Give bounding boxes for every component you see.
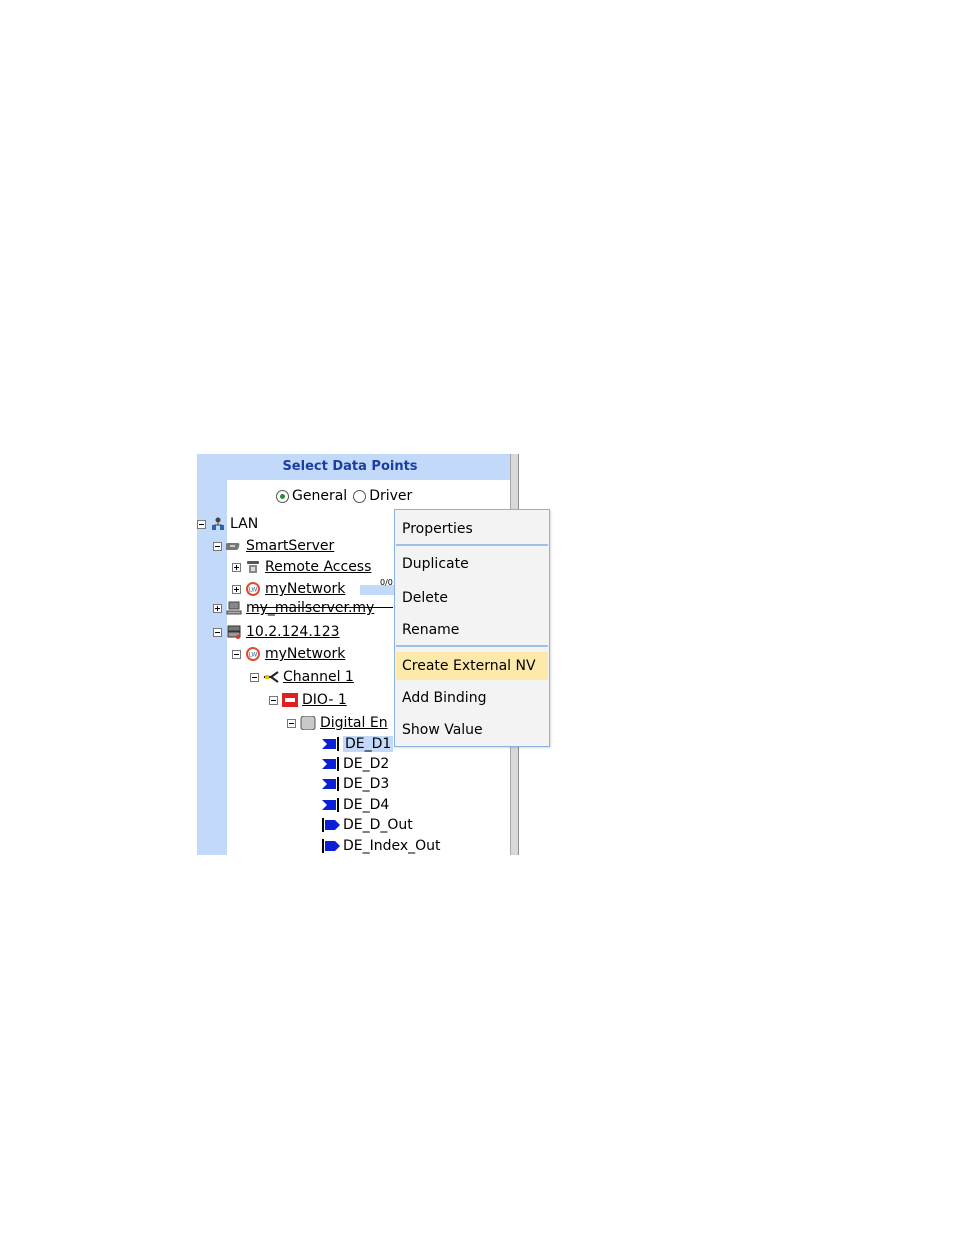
tree-node-remote-access[interactable]: Remote Access bbox=[232, 558, 371, 576]
datapoint-de-d-out[interactable]: DE_D_Out bbox=[322, 816, 413, 834]
tree-label: myNetwork bbox=[265, 646, 346, 662]
radio-general-label[interactable]: General bbox=[292, 488, 347, 504]
datapoint-label: DE_D3 bbox=[343, 776, 390, 792]
divider bbox=[252, 607, 393, 608]
tree-node-mailserver[interactable]: my_mailserver.my bbox=[213, 599, 374, 617]
menu-separator bbox=[396, 544, 548, 546]
menu-item-add-binding[interactable]: Add Binding bbox=[396, 684, 548, 712]
datapoint-de-d4[interactable]: DE_D4 bbox=[322, 796, 389, 814]
lan-icon bbox=[212, 517, 224, 530]
collapse-toggle[interactable] bbox=[213, 627, 222, 637]
channel-icon bbox=[264, 671, 279, 683]
server-icon bbox=[227, 625, 241, 639]
expand-toggle[interactable] bbox=[232, 562, 241, 572]
panel-header: Select Data Points bbox=[197, 454, 511, 480]
datapoint-de-index-out[interactable]: DE_Index_Out bbox=[322, 837, 441, 855]
datapoint-label: DE_D1 bbox=[343, 736, 394, 752]
context-menu: Properties Duplicate Delete Rename Creat… bbox=[394, 509, 550, 747]
menu-item-rename[interactable]: Rename bbox=[396, 616, 548, 644]
tree-node-smartserver[interactable]: SmartServer bbox=[213, 537, 334, 555]
tree-node-mynetwork-1[interactable]: LW myNetwork bbox=[232, 580, 345, 598]
mode-radio-group: General Driver bbox=[276, 488, 418, 504]
radio-general[interactable] bbox=[276, 489, 289, 503]
datapoint-de-d2[interactable]: DE_D2 bbox=[322, 755, 389, 773]
panel-title: Select Data Points bbox=[282, 459, 418, 474]
tree-node-channel-1[interactable]: Channel 1 bbox=[250, 668, 354, 686]
input-datapoint-icon bbox=[322, 757, 339, 771]
datapoint-label: DE_Index_Out bbox=[343, 838, 441, 854]
input-datapoint-icon bbox=[322, 777, 339, 791]
computer-icon bbox=[226, 601, 242, 615]
menu-item-show-value[interactable]: Show Value bbox=[396, 716, 548, 744]
collapse-toggle[interactable] bbox=[197, 519, 206, 529]
device-icon bbox=[282, 693, 298, 707]
network-icon: LW bbox=[246, 582, 260, 596]
collapse-toggle[interactable] bbox=[250, 672, 259, 682]
collapse-toggle[interactable] bbox=[287, 718, 296, 728]
tree-label: myNetwork bbox=[265, 581, 346, 597]
menu-item-create-external-nv[interactable]: Create External NV bbox=[396, 652, 548, 680]
output-datapoint-icon bbox=[322, 818, 340, 832]
output-datapoint-icon bbox=[322, 839, 340, 853]
tree-node-digital-encoder[interactable]: Digital En bbox=[287, 714, 388, 732]
svg-text:LW: LW bbox=[249, 587, 258, 594]
phone-icon bbox=[247, 561, 259, 573]
datapoint-de-d3[interactable]: DE_D3 bbox=[322, 775, 389, 793]
tree-node-lan[interactable]: LAN bbox=[197, 515, 258, 533]
tree-label: Channel 1 bbox=[283, 669, 354, 685]
datapoint-label: DE_D4 bbox=[343, 797, 390, 813]
input-datapoint-icon bbox=[322, 798, 339, 812]
collapse-toggle[interactable] bbox=[269, 695, 278, 705]
datapoint-de-d1[interactable]: DE_D1 bbox=[322, 735, 394, 753]
menu-item-delete[interactable]: Delete bbox=[396, 584, 548, 612]
collapse-toggle[interactable] bbox=[232, 649, 241, 659]
input-datapoint-icon bbox=[322, 737, 339, 751]
tree-label: Remote Access bbox=[265, 559, 372, 575]
tree-label: DIO- 1 bbox=[302, 692, 347, 708]
tree-label: LAN bbox=[230, 516, 259, 532]
tree-node-ip-server[interactable]: 10.2.124.123 bbox=[213, 623, 340, 641]
functional-block-icon bbox=[300, 716, 316, 730]
progress-text: 0/0 bbox=[380, 578, 393, 587]
radio-driver[interactable] bbox=[353, 489, 367, 503]
expand-toggle[interactable] bbox=[232, 584, 241, 594]
tree-node-mynetwork-2[interactable]: LW myNetwork bbox=[232, 645, 345, 663]
smartserver-icon bbox=[226, 543, 240, 550]
datapoint-label: DE_D_Out bbox=[343, 817, 413, 833]
tree-label: my_mailserver.my bbox=[246, 600, 375, 616]
datapoint-label: DE_D2 bbox=[343, 756, 390, 772]
menu-item-duplicate[interactable]: Duplicate bbox=[396, 550, 548, 578]
collapse-toggle[interactable] bbox=[213, 541, 222, 551]
network-icon: LW bbox=[246, 647, 260, 661]
tree-label: SmartServer bbox=[246, 538, 335, 554]
radio-driver-label[interactable]: Driver bbox=[369, 488, 412, 504]
tree-node-dio-1[interactable]: DIO- 1 bbox=[269, 691, 347, 709]
expand-toggle[interactable] bbox=[213, 603, 222, 613]
menu-item-properties[interactable]: Properties bbox=[396, 515, 548, 543]
svg-text:LW: LW bbox=[249, 652, 258, 659]
tree-label: Digital En bbox=[320, 715, 388, 731]
tree-label: 10.2.124.123 bbox=[246, 624, 340, 640]
menu-separator bbox=[396, 645, 548, 647]
